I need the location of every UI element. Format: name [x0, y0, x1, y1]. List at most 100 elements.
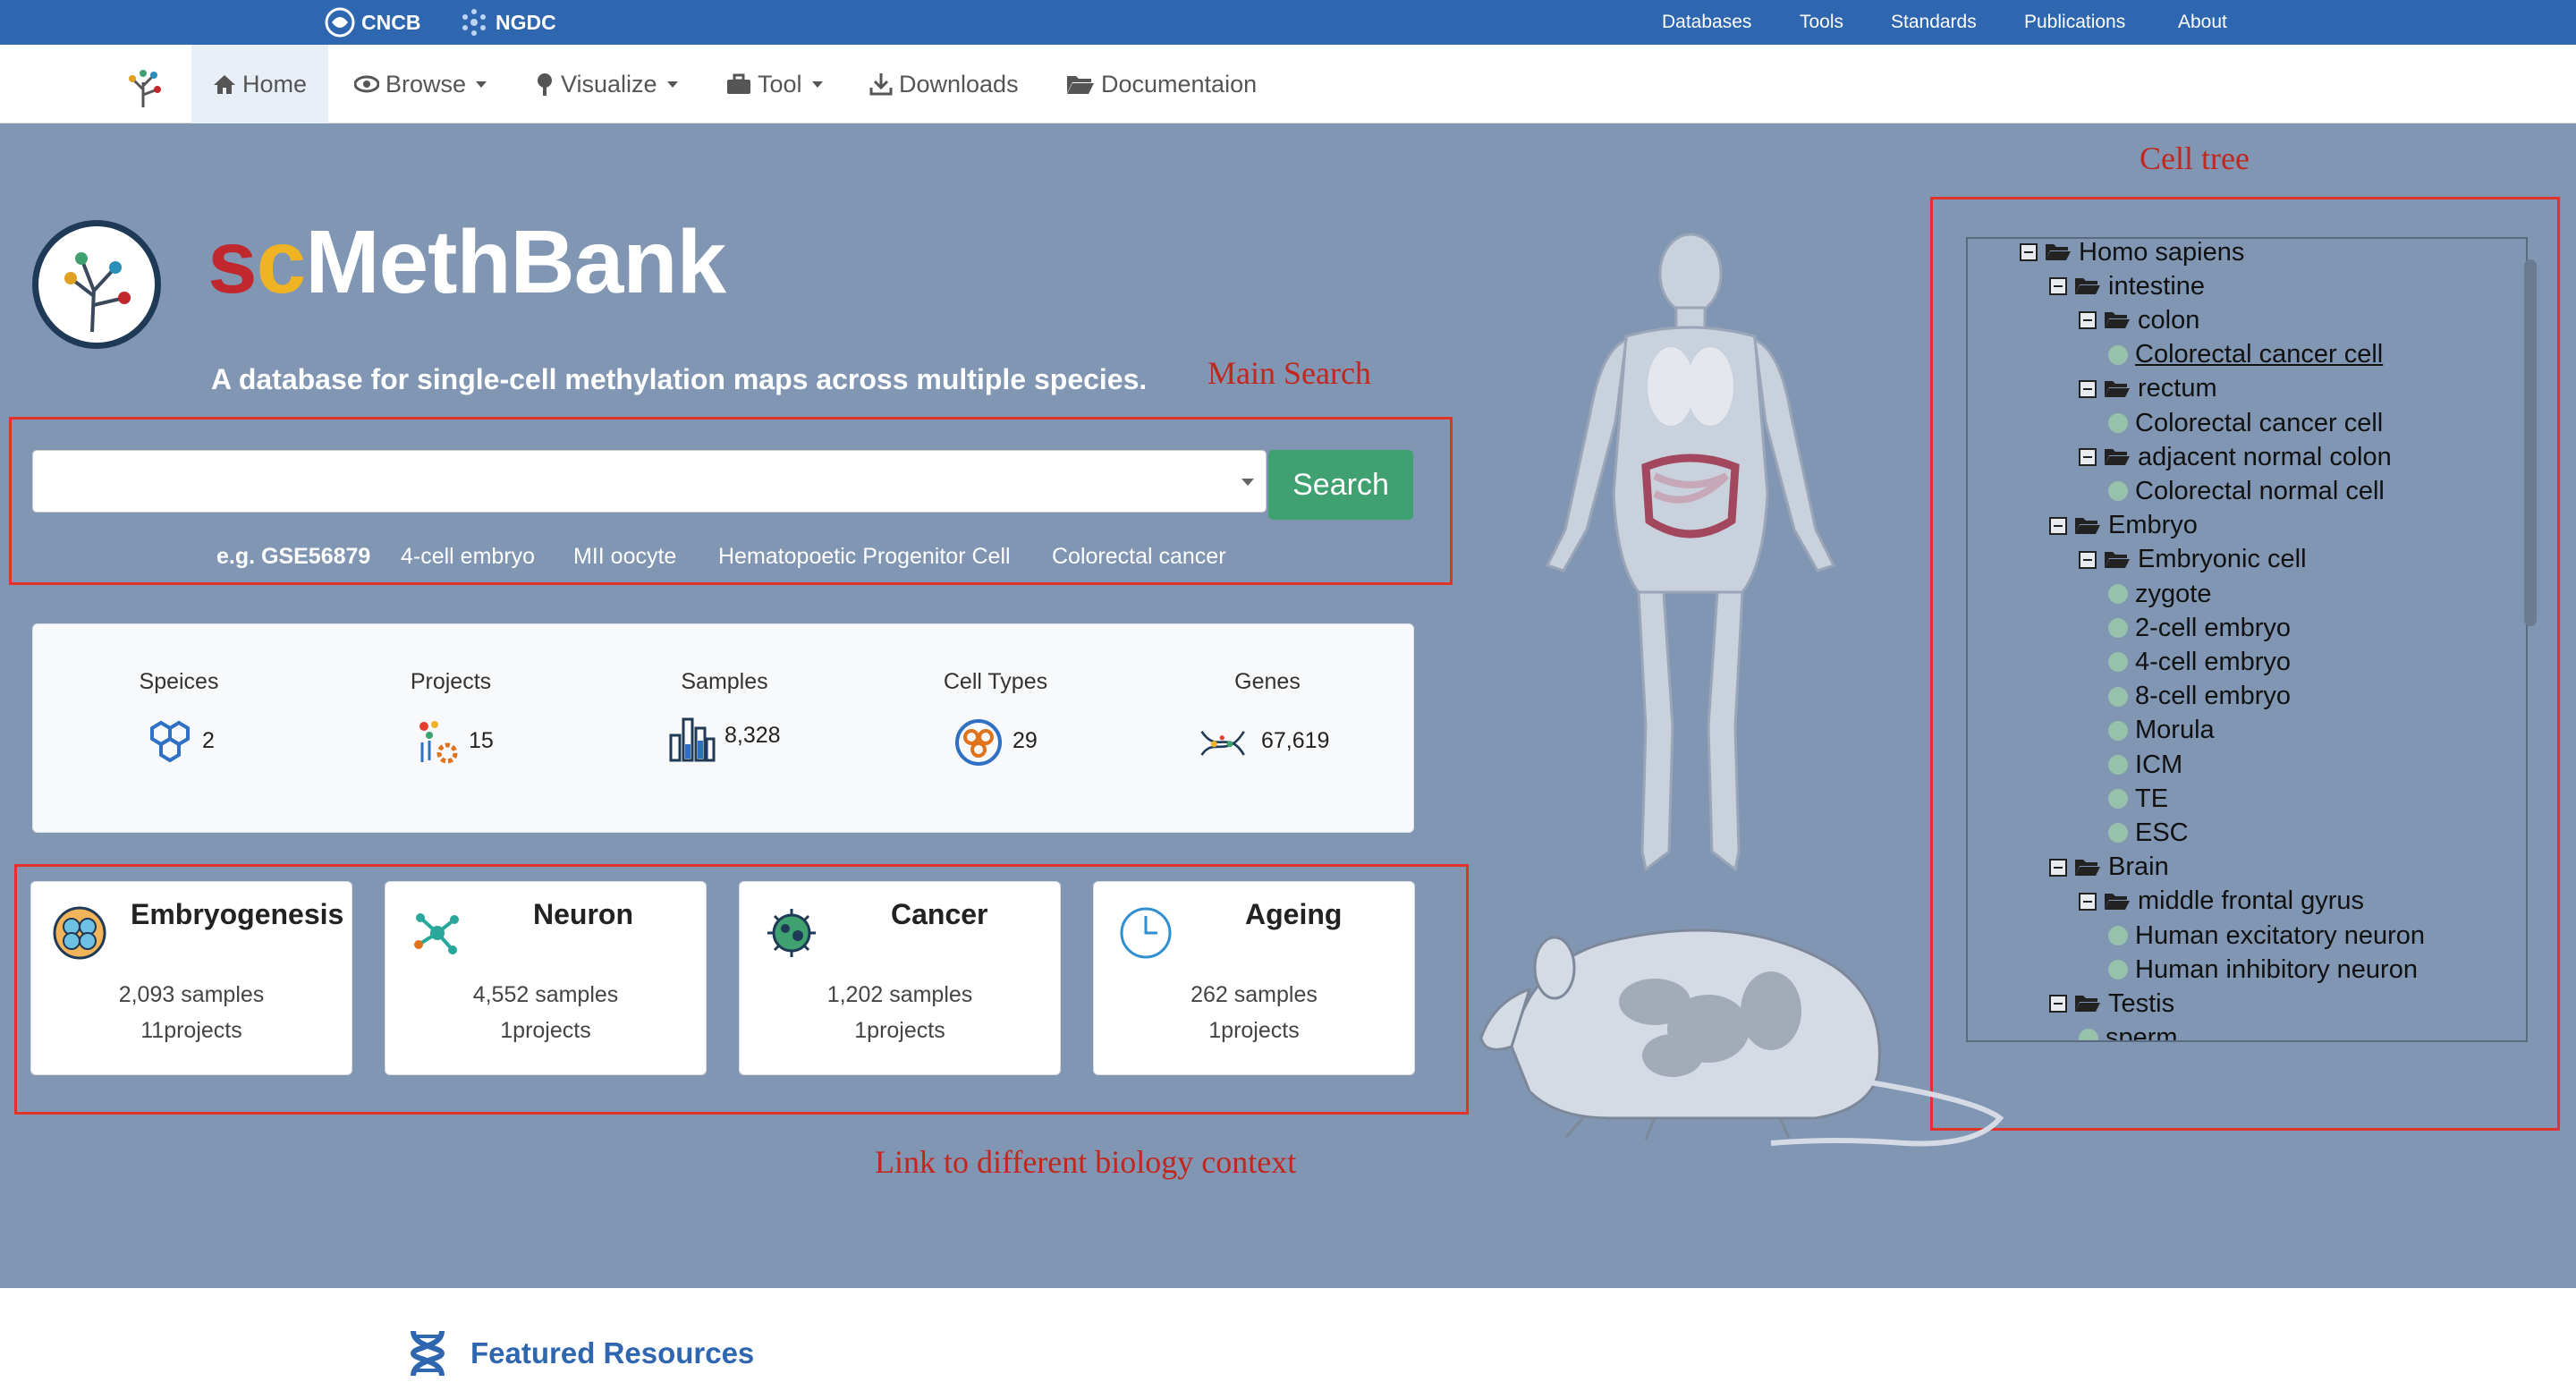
- chevron-down-icon: [666, 81, 678, 88]
- search-input[interactable]: [32, 450, 1267, 513]
- search-button[interactable]: Search: [1268, 450, 1413, 520]
- tree-leaf-node[interactable]: 8-cell embryo: [2108, 680, 2291, 714]
- home-icon: [214, 75, 235, 94]
- nav-downloads[interactable]: Downloads: [848, 45, 1040, 123]
- example-hpc[interactable]: Hematopoetic Progenitor Cell: [718, 544, 1011, 570]
- tree-node-label[interactable]: Colorectal normal cell: [2135, 477, 2385, 506]
- tree-node-label[interactable]: Homo sapiens: [2079, 239, 2244, 267]
- example-mii-oocyte[interactable]: MII oocyte: [573, 544, 676, 570]
- example-colorectal[interactable]: Colorectal cancer: [1052, 544, 1226, 570]
- tree-leaf-node[interactable]: Colorectal cancer cell: [2108, 338, 2383, 372]
- embryo-icon: [53, 906, 106, 960]
- tree-folder-node[interactable]: Homo sapiens: [2020, 239, 2244, 269]
- toplink-publications[interactable]: Publications: [2024, 0, 2125, 45]
- collapse-icon[interactable]: [2079, 379, 2097, 398]
- tree-leaf-node[interactable]: Colorectal normal cell: [2108, 474, 2385, 508]
- collapse-icon[interactable]: [2049, 858, 2067, 877]
- nav-home-label: Home: [242, 71, 308, 98]
- example-gse[interactable]: e.g. GSE56879: [216, 544, 370, 570]
- tree-node-label[interactable]: intestine: [2108, 272, 2205, 301]
- tree-leaf-node[interactable]: ESC: [2108, 816, 2189, 850]
- tree-node-label[interactable]: Colorectal cancer cell: [2135, 409, 2383, 438]
- collapse-icon[interactable]: [2049, 995, 2067, 1013]
- tree-node-label[interactable]: middle frontal gyrus: [2138, 886, 2364, 916]
- tree-node-label[interactable]: Human inhibitory neuron: [2135, 955, 2418, 985]
- tree-folder-node[interactable]: Embryo: [2049, 509, 2198, 543]
- tree-leaf-node[interactable]: 2-cell embryo: [2108, 611, 2291, 645]
- tree-folder-node[interactable]: colon: [2079, 303, 2199, 337]
- tree-node-label[interactable]: Embryonic cell: [2138, 545, 2307, 574]
- nav-browse[interactable]: Browse: [333, 45, 508, 123]
- tree-node-label[interactable]: adjacent normal colon: [2138, 443, 2392, 472]
- title-sc-c: c: [256, 212, 307, 312]
- collapse-icon[interactable]: [2079, 892, 2097, 911]
- site-logo-icon[interactable]: [118, 63, 168, 109]
- tree-node-label[interactable]: Colorectal cancer cell: [2135, 340, 2383, 369]
- tree-node-label[interactable]: ESC: [2135, 818, 2189, 848]
- tree-folder-node[interactable]: adjacent normal colon: [2079, 440, 2392, 474]
- tree-node-label[interactable]: Embryo: [2108, 511, 2198, 540]
- search-dropdown-caret-icon[interactable]: [1241, 479, 1254, 486]
- tree-node-label[interactable]: rectum: [2138, 374, 2217, 403]
- tree-leaf-node[interactable]: Human inhibitory neuron: [2108, 953, 2418, 987]
- nav-home[interactable]: Home: [191, 45, 329, 123]
- tree-leaf-node[interactable]: Human excitatory neuron: [2108, 919, 2425, 953]
- tree-folder-node[interactable]: Testis: [2049, 987, 2174, 1021]
- title-sc-s: s: [208, 212, 258, 312]
- card-neuron-samples: 4,552 samples: [472, 982, 619, 1007]
- cell-tree-panel: Homo sapiens intestine colon Colorectal can…: [1966, 237, 2528, 1042]
- toplink-databases[interactable]: Databases: [1662, 0, 1751, 45]
- collapse-icon[interactable]: [2079, 448, 2097, 467]
- tree-leaf-node[interactable]: 4-cell embryo: [2108, 645, 2291, 679]
- nav-documentation-label: Documentaion: [1101, 71, 1258, 98]
- tree-node-label[interactable]: 8-cell embryo: [2135, 682, 2291, 711]
- leaf-icon: [2108, 652, 2128, 673]
- tree-leaf-node[interactable]: Colorectal cancer cell: [2108, 406, 2383, 440]
- tree-node-label[interactable]: Brain: [2108, 852, 2169, 882]
- folder-open-icon: [2075, 517, 2100, 534]
- cncb-brand[interactable]: CNCB: [324, 5, 420, 39]
- chevron-down-icon: [811, 81, 823, 88]
- folder-open-icon: [2105, 380, 2130, 397]
- tree-folder-node[interactable]: rectum: [2079, 372, 2217, 406]
- tree-node-label[interactable]: zygote: [2135, 580, 2211, 609]
- collapse-icon[interactable]: [2049, 277, 2067, 296]
- ngdc-brand[interactable]: NGDC: [458, 5, 556, 39]
- tree-node-label[interactable]: 4-cell embryo: [2135, 648, 2291, 677]
- tree-leaf-node[interactable]: ICM: [2108, 748, 2182, 782]
- toplink-standards[interactable]: Standards: [1891, 0, 1977, 45]
- nav-visualize[interactable]: Visualize: [513, 45, 699, 123]
- card-neuron-projects: 1projects: [500, 1018, 591, 1043]
- example-4cell[interactable]: 4-cell embryo: [401, 544, 535, 570]
- card-cancer-samples: 1,202 samples: [826, 982, 973, 1007]
- tree-folder-node[interactable]: Brain: [2049, 851, 2169, 885]
- tree-leaf-node[interactable]: sperm: [2079, 1022, 2178, 1040]
- leaf-icon: [2079, 1028, 2098, 1040]
- tree-node-label[interactable]: 2-cell embryo: [2135, 614, 2291, 643]
- stat-samples-label: Samples: [681, 669, 768, 694]
- collapse-icon[interactable]: [2079, 311, 2097, 330]
- tree-node-label[interactable]: Testis: [2108, 989, 2174, 1019]
- tree-node-label[interactable]: ICM: [2135, 750, 2182, 780]
- toplink-about[interactable]: About: [2178, 0, 2227, 45]
- collapse-icon[interactable]: [2049, 516, 2067, 535]
- folder-open-icon: [1067, 76, 1094, 94]
- cncb-label: CNCB: [361, 10, 421, 34]
- tree-node-label[interactable]: colon: [2138, 306, 2199, 335]
- tree-leaf-node[interactable]: Morula: [2108, 714, 2215, 748]
- tree-node-label[interactable]: Morula: [2135, 716, 2215, 745]
- tree-node-label[interactable]: Human excitatory neuron: [2135, 921, 2425, 951]
- tree-folder-node[interactable]: intestine: [2049, 269, 2205, 303]
- toplink-tools[interactable]: Tools: [1800, 0, 1843, 45]
- tree-node-label[interactable]: sperm: [2106, 1023, 2178, 1040]
- tree-node-label[interactable]: TE: [2135, 784, 2168, 814]
- nav-documentation[interactable]: Documentaion: [1045, 45, 1278, 123]
- tree-leaf-node[interactable]: zygote: [2108, 577, 2211, 611]
- collapse-icon[interactable]: [2079, 550, 2097, 569]
- tree-folder-node[interactable]: Embryonic cell: [2079, 543, 2307, 577]
- tree-folder-node[interactable]: middle frontal gyrus: [2079, 885, 2364, 919]
- cell-tree-scrollbar[interactable]: [2524, 259, 2537, 626]
- collapse-icon[interactable]: [2020, 243, 2038, 261]
- nav-tool[interactable]: Tool: [705, 45, 844, 123]
- tree-leaf-node[interactable]: TE: [2108, 782, 2168, 816]
